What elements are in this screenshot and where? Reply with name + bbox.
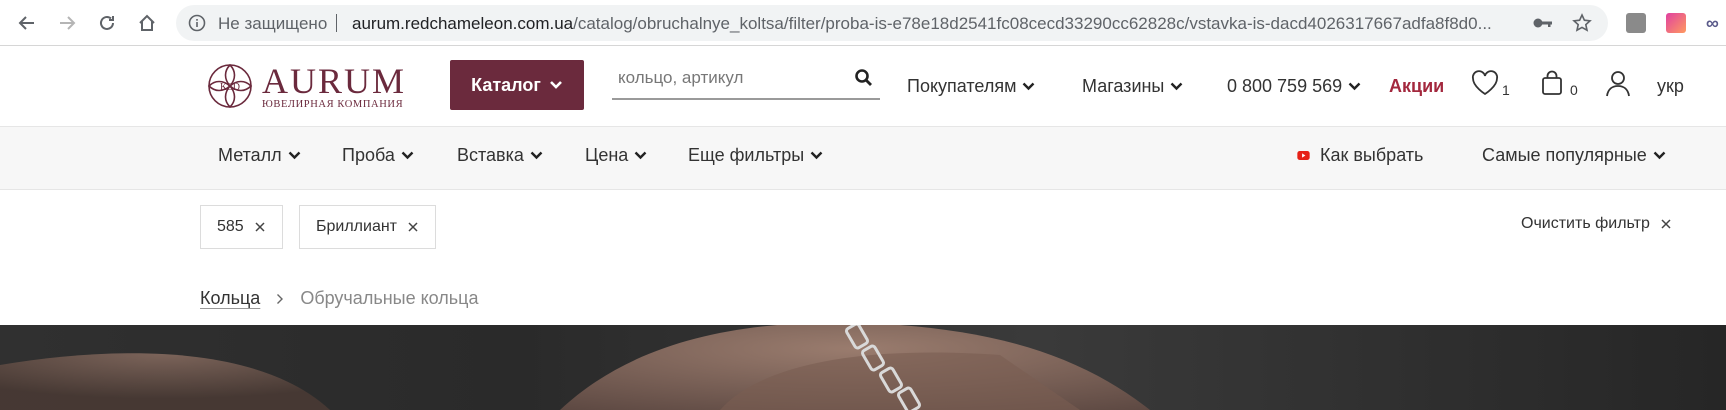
back-button[interactable] <box>12 8 42 38</box>
home-button[interactable] <box>132 8 162 38</box>
search-box <box>612 60 880 100</box>
user-icon[interactable] <box>1603 68 1633 98</box>
filter-probe[interactable]: Проба <box>342 145 414 166</box>
chevron-down-icon <box>810 151 823 160</box>
filter-price[interactable]: Цена <box>585 145 647 166</box>
address-bar[interactable]: Не защищено aurum.redchameleon.com.ua/ca… <box>176 5 1608 41</box>
forward-button[interactable] <box>52 8 82 38</box>
chevron-down-icon <box>1653 151 1666 160</box>
url-path: /catalog/obruchalnye_koltsa/filter/proba… <box>573 14 1492 33</box>
wishlist-count: 1 <box>1502 82 1510 98</box>
nav-customers-label: Покупателям <box>907 76 1017 96</box>
logo-brand: AURUM <box>262 61 407 101</box>
nav-stores-label: Магазины <box>1082 76 1165 96</box>
breadcrumb: Кольца Обручальные кольца <box>200 288 478 309</box>
active-filter-chip[interactable]: Бриллиант <box>299 205 437 249</box>
arrow-left-icon <box>18 16 34 30</box>
chip-label: 585 <box>217 218 244 235</box>
url-text[interactable]: aurum.redchameleon.com.ua/catalog/obruch… <box>352 14 1692 34</box>
catalog-label: Каталог <box>471 74 541 95</box>
divider <box>336 14 337 32</box>
reload-icon <box>100 15 114 30</box>
filter-metal[interactable]: Металл <box>218 145 301 166</box>
search-input[interactable] <box>618 68 838 88</box>
logo[interactable]: KSD AURUM ювелирная компания <box>206 62 406 112</box>
how-to-choose-label: Как выбрать <box>1320 145 1424 165</box>
chevron-right-icon <box>277 293 284 304</box>
filter-probe-label: Проба <box>342 145 395 165</box>
language-switch[interactable]: укр <box>1657 76 1684 97</box>
bookmark-star-icon[interactable] <box>1572 13 1592 33</box>
reload-button[interactable] <box>92 8 122 38</box>
clear-filter-label: Очистить фильтр <box>1521 215 1650 232</box>
filter-insert[interactable]: Вставка <box>457 145 543 166</box>
close-icon[interactable] <box>254 221 266 233</box>
insecure-label: Не защищено <box>218 14 328 33</box>
close-icon[interactable] <box>407 221 419 233</box>
chip-label: Бриллиант <box>316 218 398 235</box>
nav-phone[interactable]: 0 800 759 569 <box>1227 76 1361 97</box>
site-header: KSD AURUM ювелирная компания Каталог Пок… <box>0 46 1726 126</box>
bag-icon[interactable] <box>1537 68 1567 98</box>
filter-insert-label: Вставка <box>457 145 524 165</box>
how-to-choose-link[interactable]: Как выбрать <box>1297 145 1423 166</box>
logo-monogram: KSD <box>220 82 240 93</box>
breadcrumb-current: Обручальные кольца <box>300 288 479 308</box>
youtube-icon <box>1297 151 1310 160</box>
filter-more[interactable]: Еще фильтры <box>688 145 823 166</box>
filters-bar: Металл Проба Вставка Цена Еще фильтры Ка… <box>0 126 1726 190</box>
nav-customers[interactable]: Покупателям <box>907 76 1035 97</box>
nav-promo[interactable]: Акции <box>1389 76 1444 97</box>
filter-price-label: Цена <box>585 145 629 165</box>
heart-icon[interactable] <box>1470 68 1500 98</box>
extension-infinity-icon[interactable]: ∞ <box>1706 13 1726 33</box>
sort-dropdown[interactable]: Самые популярные <box>1482 145 1666 166</box>
chevron-down-icon <box>634 151 647 160</box>
chevron-down-icon <box>1348 82 1361 91</box>
arrow-right-icon <box>60 16 76 30</box>
clear-filter-button[interactable]: Очистить фильтр <box>1521 215 1672 233</box>
chevron-down-icon <box>288 151 301 160</box>
browser-toolbar: Не защищено aurum.redchameleon.com.ua/ca… <box>0 0 1726 46</box>
url-host: aurum.redchameleon.com.ua <box>352 14 574 33</box>
chevron-down-icon <box>530 151 543 160</box>
cart-count: 0 <box>1570 82 1578 98</box>
language-label: укр <box>1657 76 1684 96</box>
logo-tagline: ювелирная компания <box>262 99 404 110</box>
chevron-down-icon <box>1171 82 1183 91</box>
filter-more-label: Еще фильтры <box>688 145 805 165</box>
info-icon[interactable] <box>188 14 206 32</box>
hands-photo <box>0 325 1150 410</box>
chevron-down-icon <box>1023 82 1035 91</box>
nav-phone-label: 0 800 759 569 <box>1227 76 1343 96</box>
home-icon <box>139 14 155 31</box>
nav-promo-label: Акции <box>1389 76 1445 96</box>
chevron-down-icon <box>401 151 414 160</box>
breadcrumb-link[interactable]: Кольца <box>200 288 260 309</box>
nav-stores[interactable]: Магазины <box>1082 76 1183 97</box>
key-icon[interactable] <box>1532 14 1554 32</box>
hero-banner-image <box>0 325 1726 410</box>
active-filter-chip[interactable]: 585 <box>200 205 283 249</box>
sort-label: Самые популярные <box>1482 145 1647 165</box>
logo-emblem-icon: KSD <box>207 63 253 109</box>
extension-history-icon[interactable] <box>1626 13 1646 33</box>
close-icon <box>1661 219 1671 229</box>
filter-metal-label: Металл <box>218 145 282 165</box>
chevron-down-icon <box>549 81 562 89</box>
catalog-button[interactable]: Каталог <box>450 60 584 110</box>
extension-color-icon[interactable] <box>1666 13 1686 33</box>
search-icon[interactable] <box>854 68 874 88</box>
